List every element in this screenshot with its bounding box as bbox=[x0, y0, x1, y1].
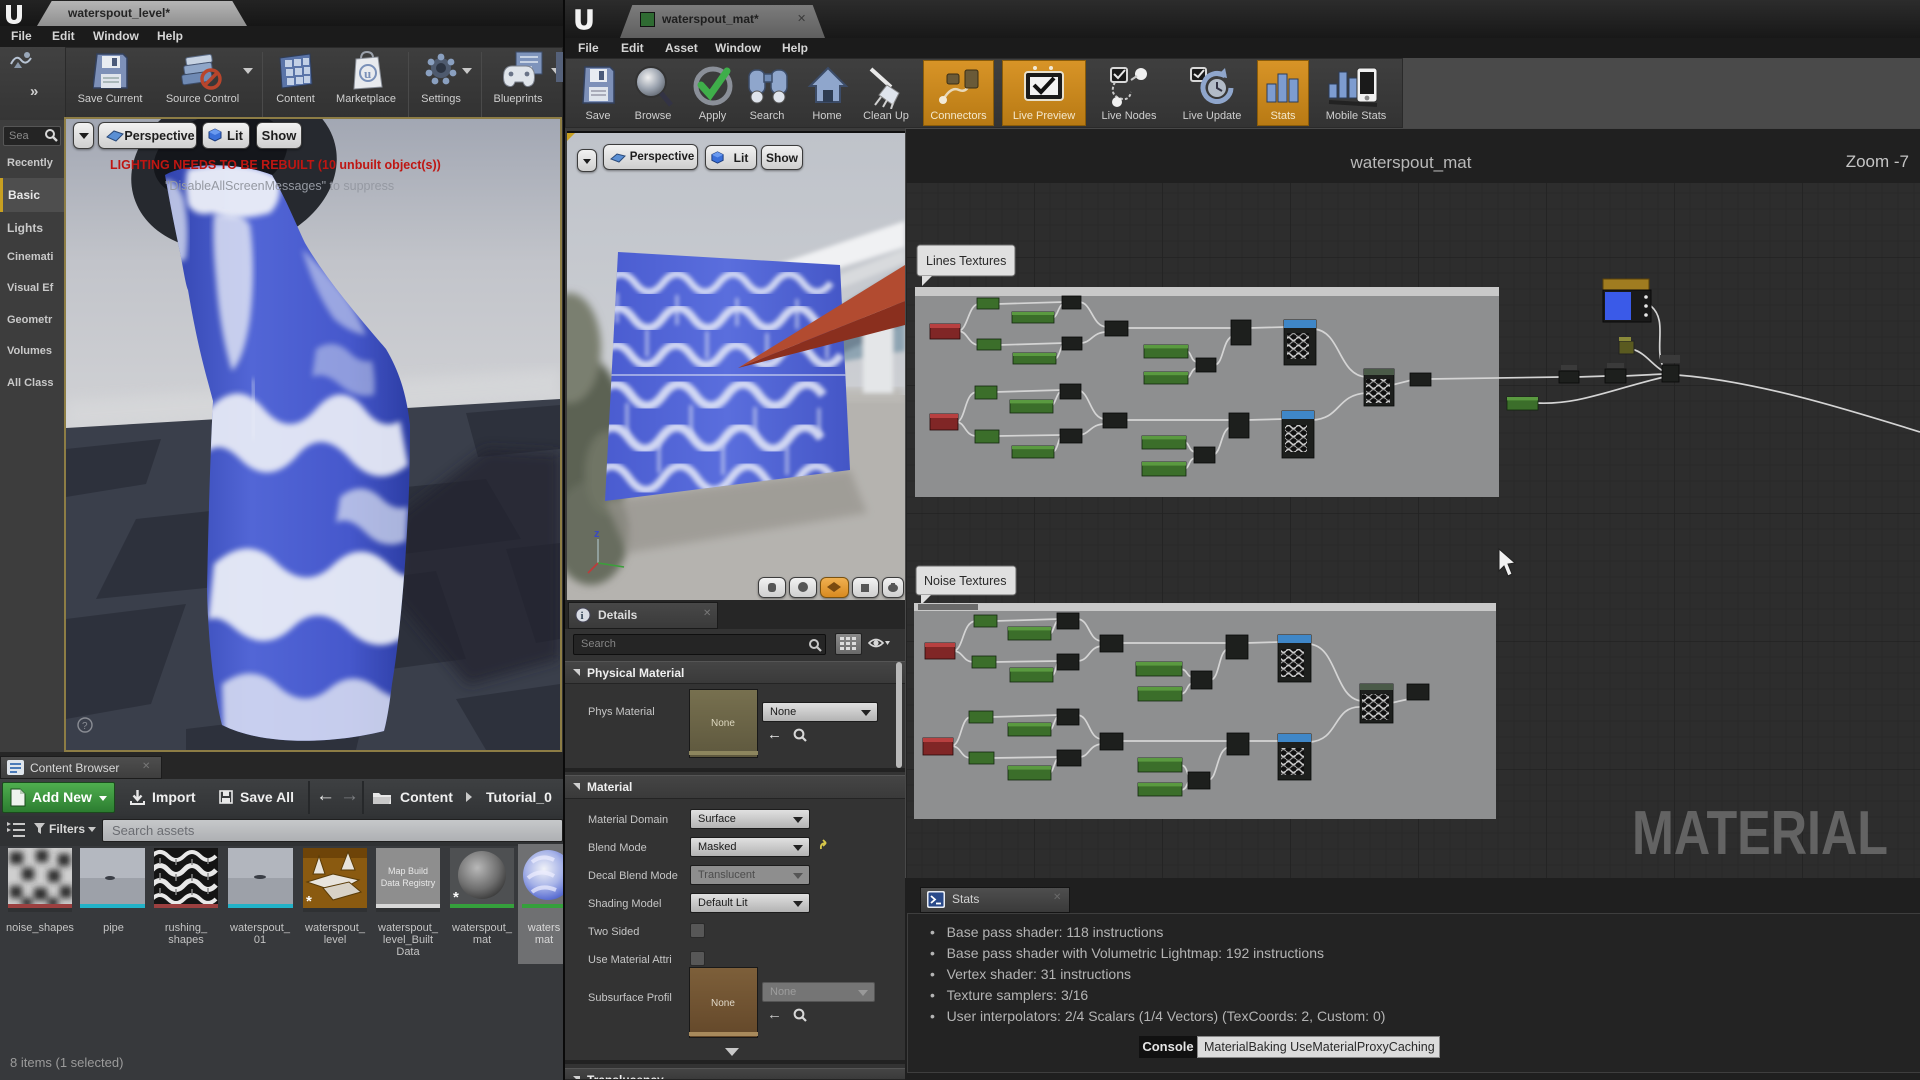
svg-text:Lines Textures: Lines Textures bbox=[926, 254, 1006, 268]
svg-text:?: ? bbox=[82, 721, 88, 732]
svg-text:Map Build: Map Build bbox=[388, 866, 428, 876]
svg-text:Zoom -7: Zoom -7 bbox=[1846, 152, 1909, 171]
svg-text:Noise Textures: Noise Textures bbox=[924, 574, 1006, 588]
svg-text:u: u bbox=[364, 66, 371, 81]
svg-text:Data Registry: Data Registry bbox=[381, 878, 436, 888]
svg-text:*: * bbox=[306, 893, 312, 910]
svg-text:i: i bbox=[581, 610, 584, 622]
svg-text:*: * bbox=[453, 889, 459, 906]
svg-text:z: z bbox=[594, 528, 600, 540]
svg-text:waterspout_mat: waterspout_mat bbox=[1350, 153, 1472, 172]
svg-text:MATERIAL: MATERIAL bbox=[1632, 799, 1888, 868]
